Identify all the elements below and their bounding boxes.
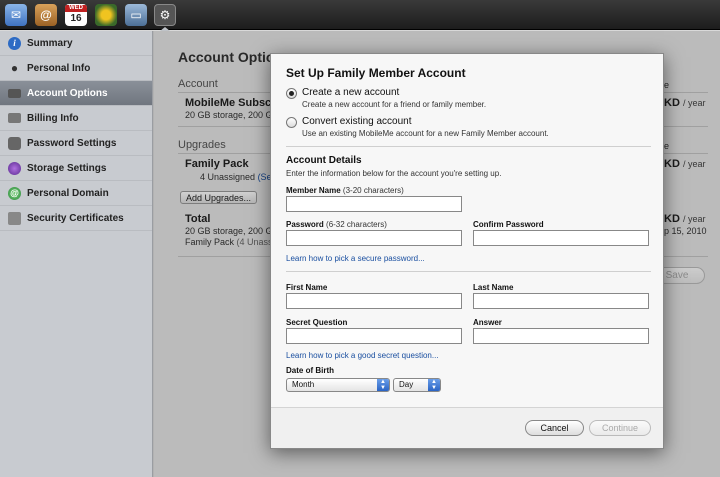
domain-icon: @ — [8, 186, 21, 200]
answer-label: Answer — [473, 318, 502, 327]
calendar-day: 16 — [70, 12, 82, 24]
option-create-new-desc: Create a new account for a friend or fam… — [302, 100, 487, 109]
dialog-title: Set Up Family Member Account — [286, 66, 466, 80]
sidebar-item-security-certificates[interactable]: Security Certificates — [0, 206, 152, 231]
day-select[interactable]: Day ▲ ▼ — [393, 378, 441, 392]
day-select-value: Day — [399, 380, 414, 389]
month-select-value: Month — [292, 380, 315, 389]
password-label: Password (6-32 characters) — [286, 220, 387, 229]
sidebar-item-billing-info[interactable]: Billing Info — [0, 106, 152, 131]
answer-input[interactable] — [473, 328, 649, 344]
select-arrows-icon: ▲ ▼ — [377, 379, 389, 391]
continue-button[interactable]: Continue — [589, 420, 651, 436]
member-name-label-text: Member Name — [286, 186, 341, 195]
sidebar-item-label: Personal Domain — [27, 187, 109, 199]
sidebar-item-label: Account Options — [27, 87, 108, 99]
radio-create-new[interactable] — [286, 88, 297, 99]
select-arrows-icon: ▲ ▼ — [428, 379, 440, 391]
sidebar-item-label: Password Settings — [27, 137, 117, 149]
password-hint: (6-32 characters) — [326, 220, 387, 229]
account-details-desc: Enter the information below for the acco… — [286, 169, 502, 178]
sidebar-item-label: Storage Settings — [27, 162, 107, 174]
account-details-title: Account Details — [286, 155, 362, 166]
calendar-month: WED — [65, 4, 87, 12]
secure-password-link[interactable]: Learn how to pick a secure password... — [286, 254, 425, 263]
password-input[interactable] — [286, 230, 462, 246]
laptop-icon — [8, 88, 21, 98]
family-member-dialog: Set Up Family Member Account Create a ne… — [270, 53, 664, 449]
divider — [286, 271, 651, 272]
sidebar-item-label: Security Certificates — [27, 212, 124, 224]
padlock-icon — [8, 136, 21, 150]
divider — [286, 146, 651, 147]
sidebar-item-password-settings[interactable]: Password Settings — [0, 131, 152, 156]
first-name-label: First Name — [286, 283, 328, 292]
option-convert-desc: Use an existing MobileMe account for a n… — [302, 129, 549, 138]
dialog-footer: Cancel Continue — [271, 407, 663, 448]
option-convert-label: Convert existing account — [302, 116, 412, 127]
sidebar-item-account-options[interactable]: Account Options — [0, 81, 152, 106]
sidebar-item-label: Summary — [27, 37, 73, 49]
last-name-input[interactable] — [473, 293, 649, 309]
sidebar-item-summary[interactable]: i Summary — [0, 31, 152, 56]
month-select[interactable]: Month ▲ ▼ — [286, 378, 390, 392]
member-name-input[interactable] — [286, 196, 462, 212]
member-name-label: Member Name (3-20 characters) — [286, 186, 404, 195]
member-name-hint: (3-20 characters) — [342, 186, 404, 195]
calendar-app-icon[interactable]: WED 16 — [65, 4, 87, 26]
option-create-new[interactable]: Create a new account Create a new accoun… — [286, 87, 486, 110]
mail-app-icon[interactable]: ✉ — [5, 4, 27, 26]
sidebar-item-storage-settings[interactable]: Storage Settings — [0, 156, 152, 181]
sidebar: i Summary ● Personal Info Account Option… — [0, 31, 153, 477]
gallery-app-icon[interactable] — [95, 4, 117, 26]
sidebar-item-label: Personal Info — [27, 62, 91, 74]
secret-question-input[interactable] — [286, 328, 462, 344]
storage-icon — [8, 161, 21, 175]
confirm-password-label: Confirm Password — [473, 220, 544, 229]
radio-convert-existing[interactable] — [286, 117, 297, 128]
sidebar-item-label: Billing Info — [27, 112, 79, 124]
password-label-text: Password — [286, 220, 324, 229]
confirm-password-input[interactable] — [473, 230, 649, 246]
option-convert-existing[interactable]: Convert existing account Use an existing… — [286, 116, 549, 139]
certificate-icon — [8, 211, 21, 225]
secret-question-link[interactable]: Learn how to pick a good secret question… — [286, 351, 439, 360]
app-bar: ✉ @ WED 16 ▭ ⚙ — [0, 0, 720, 31]
option-create-new-label: Create a new account — [302, 87, 400, 98]
sidebar-item-personal-domain[interactable]: @ Personal Domain — [0, 181, 152, 206]
last-name-label: Last Name — [473, 283, 514, 292]
date-of-birth-label: Date of Birth — [286, 366, 334, 375]
info-icon: i — [8, 36, 21, 50]
sidebar-item-personal-info[interactable]: ● Personal Info — [0, 56, 152, 81]
first-name-input[interactable] — [286, 293, 462, 309]
cancel-button[interactable]: Cancel — [525, 420, 584, 436]
person-icon: ● — [10, 61, 19, 75]
idisk-app-icon[interactable]: ▭ — [125, 4, 147, 26]
contacts-app-icon[interactable]: @ — [35, 4, 57, 26]
secret-question-label: Secret Question — [286, 318, 348, 327]
account-app-icon[interactable]: ⚙ — [154, 4, 176, 26]
lock-icon — [8, 113, 21, 123]
